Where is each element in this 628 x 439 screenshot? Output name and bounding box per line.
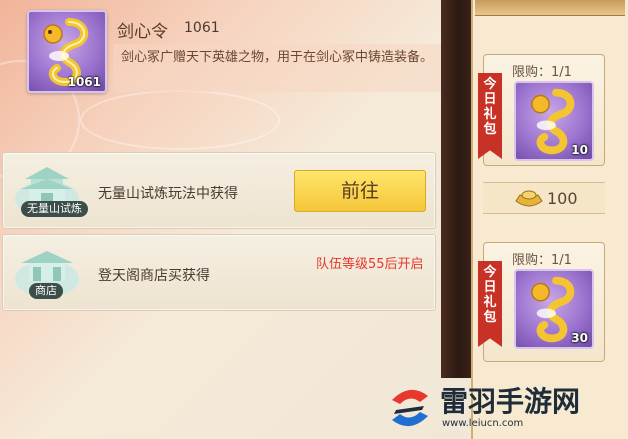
price-bar[interactable]: 100 — [483, 182, 605, 214]
gift-item-frame[interactable]: 10 — [514, 81, 594, 161]
item-detail-screen: 1061 剑心令 1061 剑心冢广赠天下英雄之物，用于在剑心冢中铸造装备。 无… — [0, 0, 628, 439]
price-value: 100 — [547, 189, 578, 208]
unlock-requirement: 队伍等级55后开启 — [316, 257, 424, 272]
source-tag: 商店 — [29, 283, 63, 299]
decor-swirl — [80, 90, 280, 150]
source-icon-frame: 商店 — [11, 241, 83, 303]
source-row-trial: 无量山试炼 无量山试炼玩法中获得 前往 — [2, 152, 436, 229]
gold-ingot-icon — [515, 190, 543, 207]
purchase-limit: 限购：1/1 — [512, 253, 572, 268]
goto-button[interactable]: 前往 — [294, 170, 426, 212]
source-tag: 无量山试炼 — [21, 201, 88, 217]
gift-item-count: 30 — [571, 331, 588, 345]
purchase-limit: 限购：1/1 — [512, 65, 572, 80]
today-gift-ribbon: 今日礼包 — [478, 73, 502, 159]
source-text: 登天阁商店买获得 — [98, 268, 210, 284]
brand-logo-icon — [392, 389, 428, 427]
source-icon-frame: 无量山试炼 — [11, 159, 88, 221]
source-row-shop: 商店 登天阁商店买获得 队伍等级55后开启 — [2, 234, 436, 311]
gift-card[interactable]: 今日礼包 限购：1/1 30 — [478, 242, 605, 362]
watermark-brand: 雷羽手游网 — [440, 385, 581, 418]
panel-divider — [441, 0, 471, 378]
gift-item-count: 10 — [571, 143, 588, 157]
source-text: 无量山试炼玩法中获得 — [98, 186, 238, 202]
item-owned-count: 1061 — [184, 20, 220, 36]
watermark-url: www.leiucn.com — [442, 418, 524, 429]
site-watermark: 雷羽手游网 www.leiucn.com — [380, 378, 628, 439]
today-gift-ribbon: 今日礼包 — [478, 261, 502, 347]
gift-card[interactable]: 今日礼包 限购：1/1 10 — [478, 54, 605, 166]
item-name: 剑心令 — [117, 22, 168, 42]
item-description: 剑心冢广赠天下英雄之物，用于在剑心冢中铸造装备。 — [113, 44, 443, 92]
item-count-badge: 1061 — [67, 75, 101, 89]
scroll-roller — [475, 0, 625, 16]
item-icon-frame: 1061 — [27, 10, 107, 93]
gift-item-frame[interactable]: 30 — [514, 269, 594, 349]
